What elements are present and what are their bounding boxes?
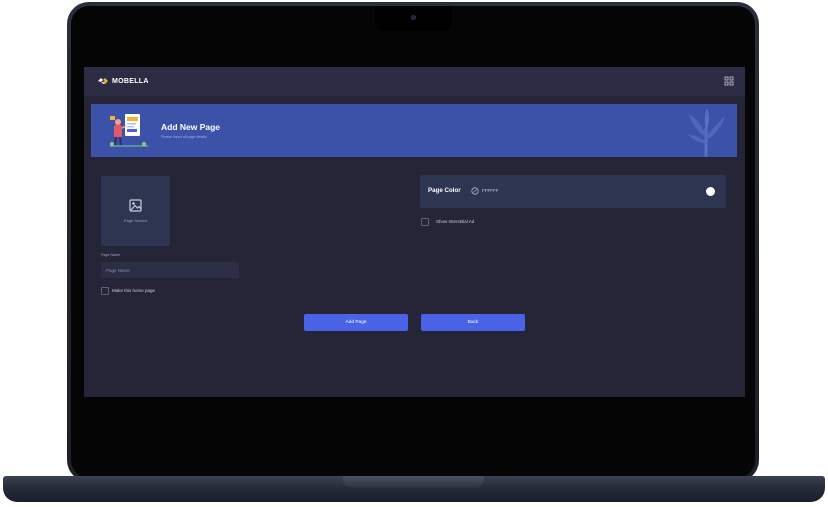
- page-subtitle: Please insert all page details: [161, 135, 207, 139]
- page-color-value[interactable]: FFFFFF: [482, 188, 499, 193]
- top-bar: MOBELLA: [84, 67, 745, 96]
- page-name-label: Page Name: [101, 253, 120, 257]
- add-page-button[interactable]: Add Page: [304, 314, 408, 331]
- app-screen: MOBELLA Add New Page Please insert all p…: [84, 67, 745, 397]
- camera-icon: [411, 15, 416, 20]
- laptop-base-notch: [343, 476, 484, 488]
- grid-icon[interactable]: [724, 76, 734, 86]
- color-preview-swatch[interactable]: [706, 187, 715, 196]
- interstitial-ad-checkbox-label: Show Interstitial Ad: [436, 219, 475, 224]
- laptop-mockup: MOBELLA Add New Page Please insert all p…: [0, 0, 828, 507]
- upload-label: Page Screen: [123, 218, 148, 223]
- page-color-label: Page Color: [428, 187, 461, 194]
- back-button[interactable]: Back: [421, 314, 525, 331]
- page-color-field: Page Color FFFFFF: [420, 175, 726, 208]
- brand-name: MOBELLA: [112, 77, 149, 85]
- brand-logo[interactable]: MOBELLA: [97, 75, 149, 87]
- page-title: Add New Page: [161, 122, 221, 132]
- color-picker-icon[interactable]: [471, 187, 479, 195]
- interstitial-ad-checkbox[interactable]: [421, 218, 429, 226]
- home-page-checkbox-label: Make this home page: [112, 288, 156, 293]
- home-page-checkbox[interactable]: [101, 287, 109, 295]
- image-upload-icon: [129, 199, 142, 212]
- mobella-logo-icon: [98, 78, 108, 84]
- page-name-input[interactable]: [101, 262, 239, 278]
- page-screen-upload[interactable]: Page Screen: [101, 176, 170, 246]
- page-header-banner: Add New Page Please insert all page deta…: [91, 104, 737, 157]
- banner-illustration: [110, 114, 148, 147]
- plant-decoration-icon: [687, 108, 725, 157]
